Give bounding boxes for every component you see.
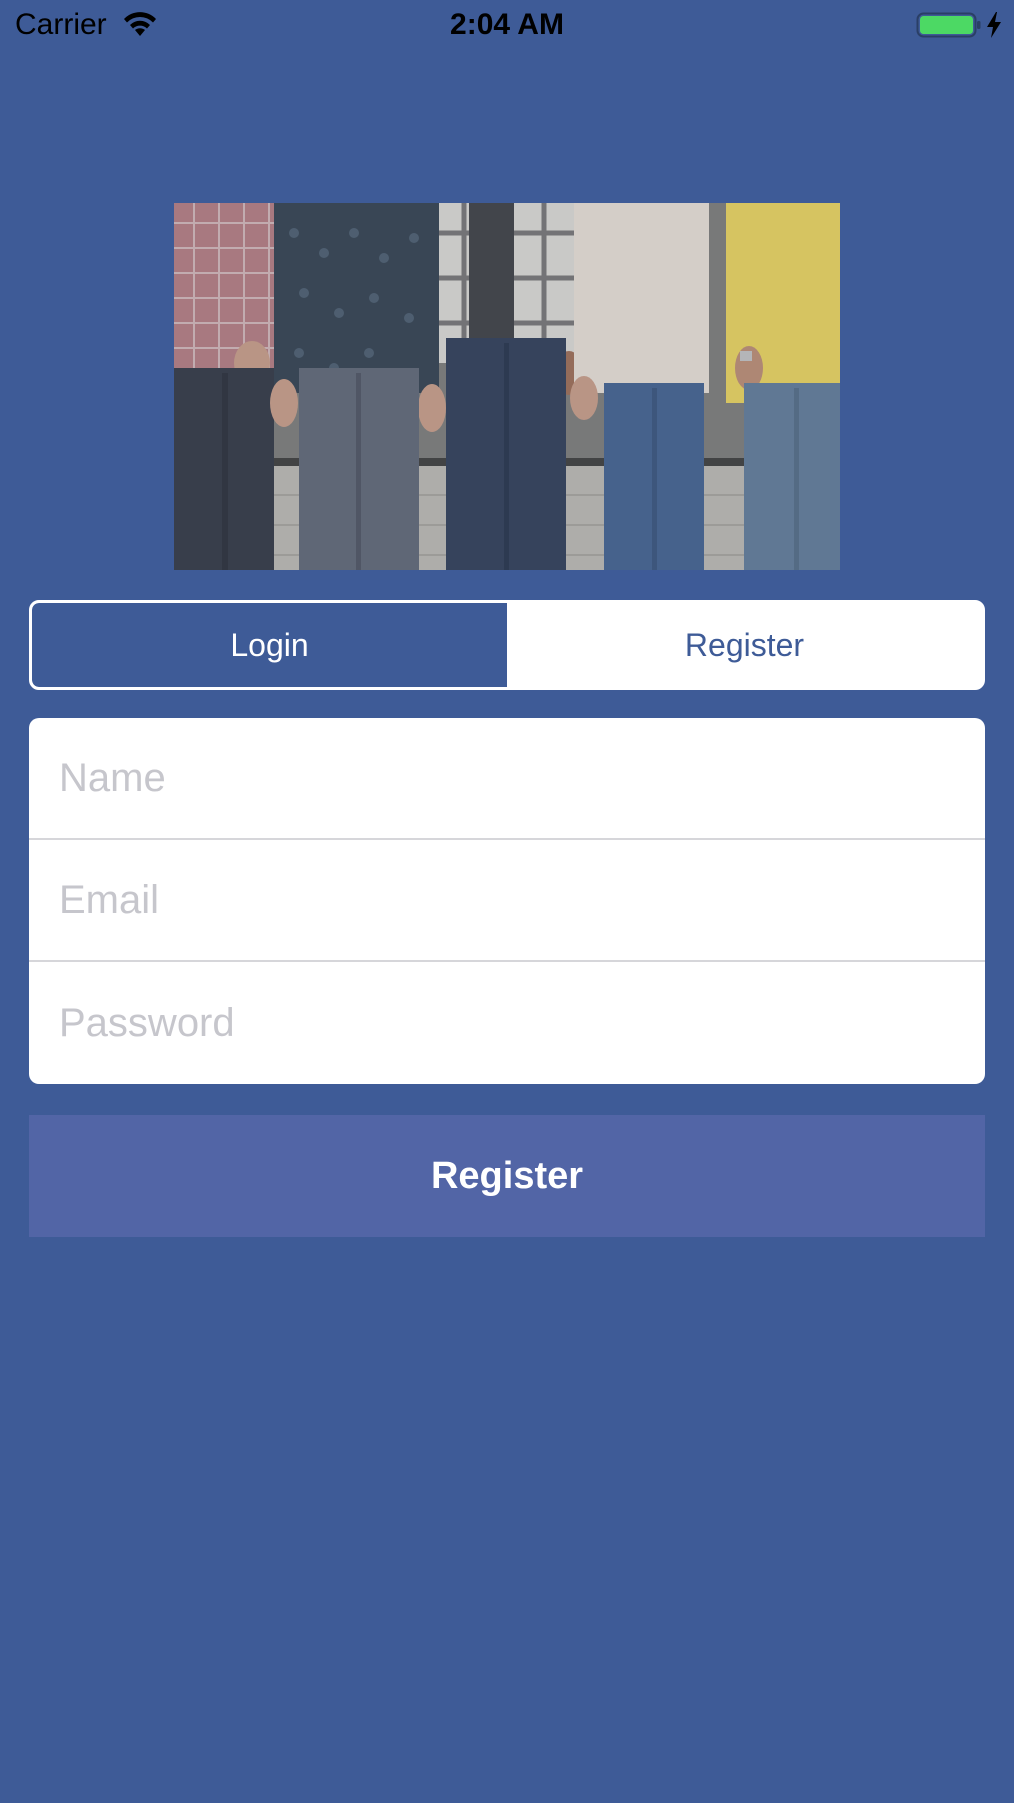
tab-login[interactable]: Login [32, 603, 507, 687]
email-field[interactable] [29, 840, 985, 960]
tab-register[interactable]: Register [507, 603, 982, 687]
status-bar: Carrier 2:04 AM [0, 0, 1014, 50]
battery-icon [916, 11, 982, 39]
status-time: 2:04 AM [450, 8, 564, 41]
password-field[interactable] [29, 962, 985, 1084]
charging-bolt-icon [985, 11, 1003, 39]
password-row [29, 962, 985, 1084]
login-register-toggle: Login Register [29, 600, 985, 690]
name-row [29, 718, 985, 840]
email-row [29, 840, 985, 962]
group-photo [174, 203, 840, 570]
name-field[interactable] [29, 718, 985, 838]
register-button[interactable]: Register [29, 1115, 985, 1237]
registration-form [29, 718, 985, 1084]
